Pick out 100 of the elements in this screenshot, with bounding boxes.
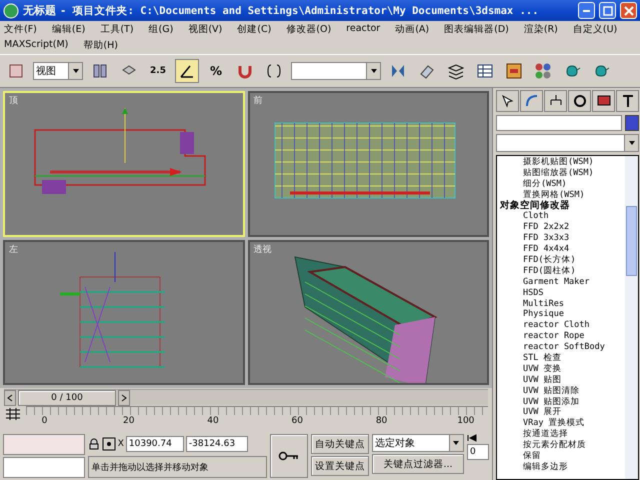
window-title: 无标题 — [23, 3, 56, 18]
modifier-list-item[interactable]: 按通道选择 — [497, 429, 625, 440]
modifier-list-item[interactable]: Physique — [497, 309, 625, 320]
angle-snap-button[interactable] — [175, 59, 199, 83]
menu-item[interactable]: 自定义(U) — [570, 22, 620, 37]
previous-frame-button[interactable] — [4, 390, 16, 406]
modifier-list-item[interactable]: Garment Maker — [497, 276, 625, 288]
spheres-icon — [534, 62, 552, 80]
percent-label: % — [210, 64, 222, 78]
set-key-mode-button[interactable]: 设置关键点 — [310, 456, 369, 476]
selection-set-dropdown[interactable] — [291, 62, 381, 80]
command-panel-tab[interactable] — [496, 90, 519, 112]
minimize-icon — [583, 10, 590, 12]
modifier-list-item[interactable]: UVW 贴图清除 — [497, 386, 625, 397]
key-icon — [278, 450, 300, 462]
command-panel-tab[interactable] — [592, 90, 615, 112]
menu-item[interactable]: 渲染(R) — [522, 22, 560, 37]
modifier-list-item[interactable]: reactor Cloth — [497, 320, 625, 332]
key-mode-dropdown[interactable]: 选定对象 — [372, 434, 464, 452]
snap-label: 2.5 — [150, 66, 166, 76]
modifier-list-item[interactable]: UVW 变换 — [497, 364, 625, 375]
table-icon — [476, 62, 494, 80]
viewport-label: 透视 — [254, 244, 272, 256]
cursor-icon — [500, 93, 516, 109]
modifier-list-item[interactable]: reactor Rope — [497, 331, 625, 342]
object-name-field[interactable] — [496, 115, 622, 131]
mirror-icon — [91, 62, 109, 80]
x-coordinate-field[interactable]: 10390.74 — [126, 436, 184, 452]
percent-snap-button[interactable]: % — [204, 59, 228, 83]
maximize-button[interactable] — [599, 2, 616, 19]
frame-field[interactable]: 0 — [466, 444, 489, 460]
frame-tick-label: 60 — [292, 416, 303, 426]
menu-item[interactable]: 编辑(E) — [50, 22, 88, 37]
menu-item[interactable]: 动画(A) — [393, 22, 432, 37]
frame-tick-label: 0 — [42, 416, 48, 426]
snap-button[interactable]: 2.5 — [146, 59, 170, 83]
view-dropdown[interactable]: 视图 — [33, 62, 83, 80]
modifier-list-item[interactable]: FFD 3x3x3 — [497, 233, 625, 244]
minimize-button[interactable] — [578, 2, 595, 19]
modifier-list-item[interactable]: Cloth — [497, 211, 625, 222]
modifier-list-item[interactable]: FFD(圆柱体) — [497, 266, 625, 277]
time-slider-thumb[interactable]: 0 / 100 — [18, 390, 116, 406]
set-key-button[interactable] — [270, 434, 308, 478]
track-bar-icon — [4, 406, 22, 422]
menu-item[interactable]: 修改器(O) — [284, 22, 334, 37]
modifier-list-item[interactable]: 摄影机贴图(WSM) — [497, 157, 625, 168]
modifier-list-item[interactable]: FFD 4x4x4 — [497, 244, 625, 256]
modifier-list-item[interactable]: 置换网格(WSM) — [497, 190, 625, 201]
modifier-list-item[interactable]: UVW 贴图 — [497, 374, 625, 386]
schematic-icon — [505, 62, 523, 80]
modifier-list-item[interactable]: UVW 展开 — [497, 407, 625, 418]
script-output-field[interactable] — [3, 457, 85, 478]
caret-icon — [452, 439, 460, 447]
frame-tick-label: 20 — [123, 416, 134, 426]
modifier-list-item[interactable]: UVW 贴图添加 — [497, 396, 625, 408]
menu-item[interactable]: 图表编辑器(D) — [442, 22, 511, 37]
menu-item[interactable]: 创建(C) — [235, 22, 274, 37]
auto-key-button[interactable]: 自动关键点 — [310, 434, 369, 454]
modifier-list-item[interactable]: 保留 — [497, 451, 625, 462]
menu-item[interactable]: 视图(V) — [186, 22, 224, 37]
arc-icon — [524, 93, 540, 109]
modifier-list-item[interactable]: 贴图缩放器(WSM) — [497, 168, 625, 179]
viewport-label: 顶 — [9, 95, 18, 107]
modifier-list-item[interactable]: FFD 2x2x2 — [497, 222, 625, 234]
next-frame-button[interactable] — [118, 390, 130, 406]
modifier-list-item[interactable]: 编辑多边形 — [497, 462, 625, 473]
frame-tick-label: 40 — [207, 416, 219, 426]
menu-item[interactable]: MAXScript(M) — [2, 38, 70, 53]
menu-item[interactable]: 帮助(H) — [81, 38, 120, 53]
modifier-list-item[interactable]: FFD(长方体) — [497, 255, 625, 266]
modifier-list-item[interactable]: VRay 置换模式 — [497, 418, 625, 430]
y-coordinate-field[interactable]: -38124.63 — [186, 436, 248, 452]
script-listener-field[interactable] — [3, 434, 85, 455]
menu-item[interactable]: reactor — [344, 22, 382, 37]
modifier-list-item[interactable]: reactor SoftBody — [497, 342, 625, 354]
close-button[interactable] — [620, 2, 637, 19]
command-panel-tab[interactable] — [544, 90, 567, 112]
modifier-list-dropdown[interactable] — [496, 134, 639, 152]
object-color-swatch[interactable] — [625, 115, 639, 131]
key-filters-button[interactable]: 关键点过滤器... — [372, 454, 464, 474]
window-path: - 项目文件夹: C:\Documents and Settings\Administrator\My Documents\3dsmax ... — [60, 4, 540, 18]
list-group-header: 对象空间修改器 — [498, 200, 571, 212]
command-panel-tab[interactable] — [616, 90, 639, 112]
viewport-label: 左 — [9, 244, 18, 256]
modifier-list-item[interactable]: MultiRes — [497, 298, 625, 310]
status-prompt: 单击并拖动以选择并移动对象 — [88, 456, 268, 478]
menu-item[interactable]: 文件(F) — [2, 22, 39, 37]
modifier-list-item[interactable]: 按元素分配材质 — [497, 440, 625, 452]
close-icon — [624, 6, 634, 16]
command-panel-tab[interactable] — [568, 90, 591, 112]
menu-item[interactable]: 组(G) — [146, 22, 176, 37]
selection-icon — [102, 437, 116, 451]
frame-tick-label: 80 — [376, 416, 388, 426]
scrollbar-thumb[interactable] — [626, 206, 637, 276]
scrollbar[interactable] — [625, 156, 638, 479]
modifier-list-item[interactable]: STL 检查 — [497, 353, 625, 364]
modifier-list-item[interactable]: 细分(WSM) — [497, 178, 625, 190]
layers-icon — [447, 62, 465, 80]
menu-item[interactable]: 工具(T) — [98, 22, 136, 37]
modifier-list-item[interactable]: HSDS — [497, 288, 625, 299]
